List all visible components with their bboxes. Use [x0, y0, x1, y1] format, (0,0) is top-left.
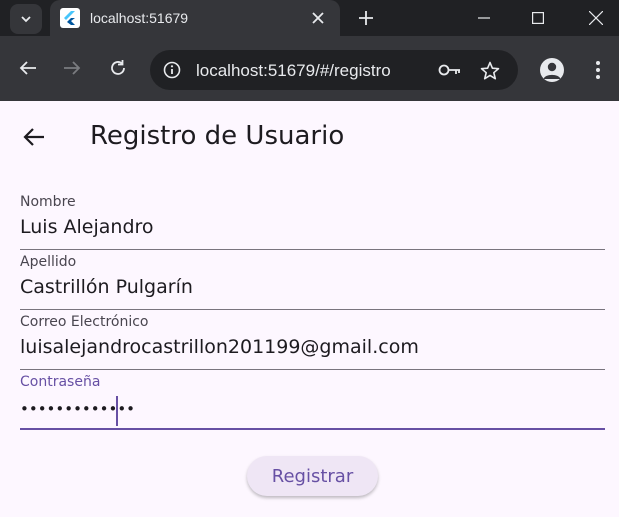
reload-button[interactable] [106, 56, 130, 80]
maximize-icon [532, 12, 544, 24]
browser-back-button[interactable] [16, 56, 40, 80]
chevron-down-icon [21, 16, 31, 23]
apellido-field[interactable]: Apellido Castrillón Pulgarín [20, 254, 605, 310]
minimize-button[interactable] [464, 4, 504, 32]
field-label: Correo Electrónico [20, 314, 149, 330]
field-underline [20, 369, 605, 370]
window-close-button[interactable] [576, 4, 616, 32]
forward-arrow-icon [64, 61, 81, 75]
flutter-favicon [60, 8, 80, 28]
field-label: Contraseña [20, 374, 101, 390]
field-underline [20, 249, 605, 250]
site-info-icon [163, 61, 181, 79]
field-value[interactable]: Castrillón Pulgarín [20, 276, 193, 298]
profile-button[interactable] [540, 58, 564, 82]
more-vert-icon [596, 61, 600, 79]
text-cursor [116, 396, 118, 426]
close-icon [589, 11, 603, 25]
tab-close-button[interactable] [308, 8, 328, 28]
back-arrow-icon [23, 128, 44, 146]
minimize-icon [478, 17, 490, 19]
browser-toolbar: localhost:51679/#/registro [0, 36, 619, 101]
tab-title: localhost:51679 [90, 10, 189, 26]
app-back-button[interactable] [20, 123, 48, 151]
url-text: localhost:51679/#/registro [196, 61, 391, 80]
tab-search-button[interactable] [10, 4, 42, 34]
field-underline [20, 309, 605, 310]
key-icon [438, 64, 460, 76]
field-label: Apellido [20, 254, 77, 270]
app-bar: Registro de Usuario [0, 101, 619, 171]
field-value[interactable]: Luis Alejandro [20, 216, 154, 238]
password-field[interactable]: Contraseña ••••••••••••• [20, 374, 605, 430]
field-underline [20, 428, 605, 430]
page-title: Registro de Usuario [90, 121, 345, 151]
close-icon [312, 12, 324, 24]
email-field[interactable]: Correo Electrónico luisalejandrocastrill… [20, 314, 605, 370]
nombre-field[interactable]: Nombre Luis Alejandro [20, 194, 605, 250]
browser-tab[interactable]: localhost:51679 [50, 0, 340, 36]
field-label: Nombre [20, 194, 76, 210]
registrar-button[interactable]: Registrar [247, 456, 378, 496]
site-info-button[interactable] [160, 58, 184, 82]
bookmark-button[interactable] [478, 59, 502, 83]
browser-menu-button[interactable] [586, 58, 610, 82]
password-manager-button[interactable] [438, 60, 462, 80]
profile-icon [543, 62, 561, 79]
field-value[interactable]: luisalejandrocastrillon201199@gmail.com [20, 336, 419, 358]
reload-icon [111, 60, 125, 75]
maximize-button[interactable] [518, 4, 558, 32]
address-bar[interactable]: localhost:51679/#/registro [150, 50, 518, 90]
star-icon [480, 61, 500, 80]
browser-forward-button[interactable] [60, 56, 84, 80]
back-arrow-icon [19, 61, 36, 75]
new-tab-button[interactable] [354, 6, 378, 30]
plus-icon [359, 11, 373, 25]
